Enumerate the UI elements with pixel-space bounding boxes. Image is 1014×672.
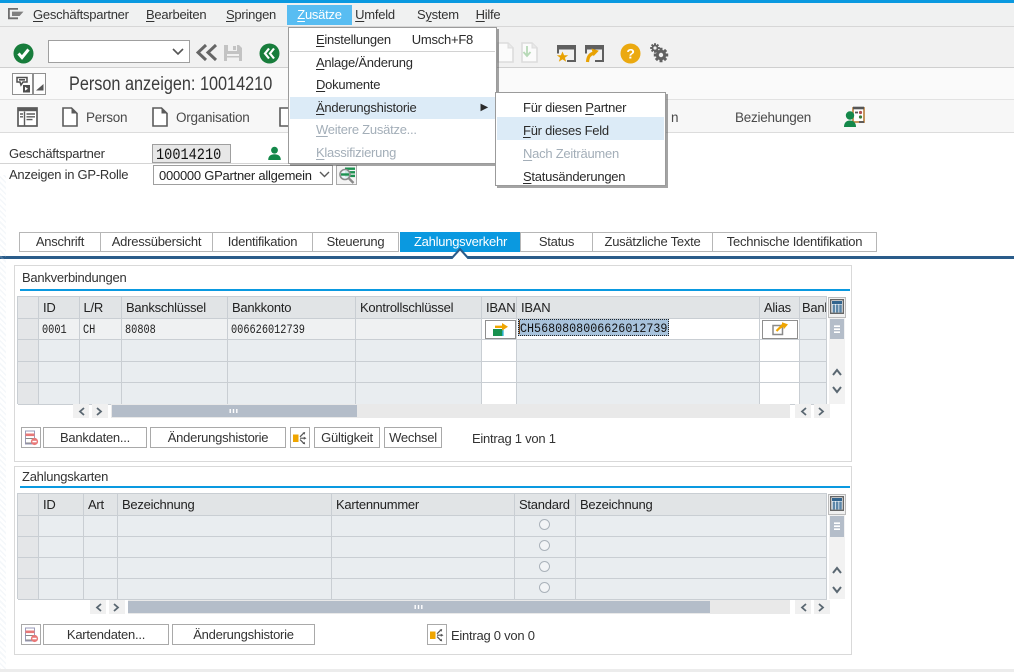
svg-text:?: ? (626, 46, 634, 62)
